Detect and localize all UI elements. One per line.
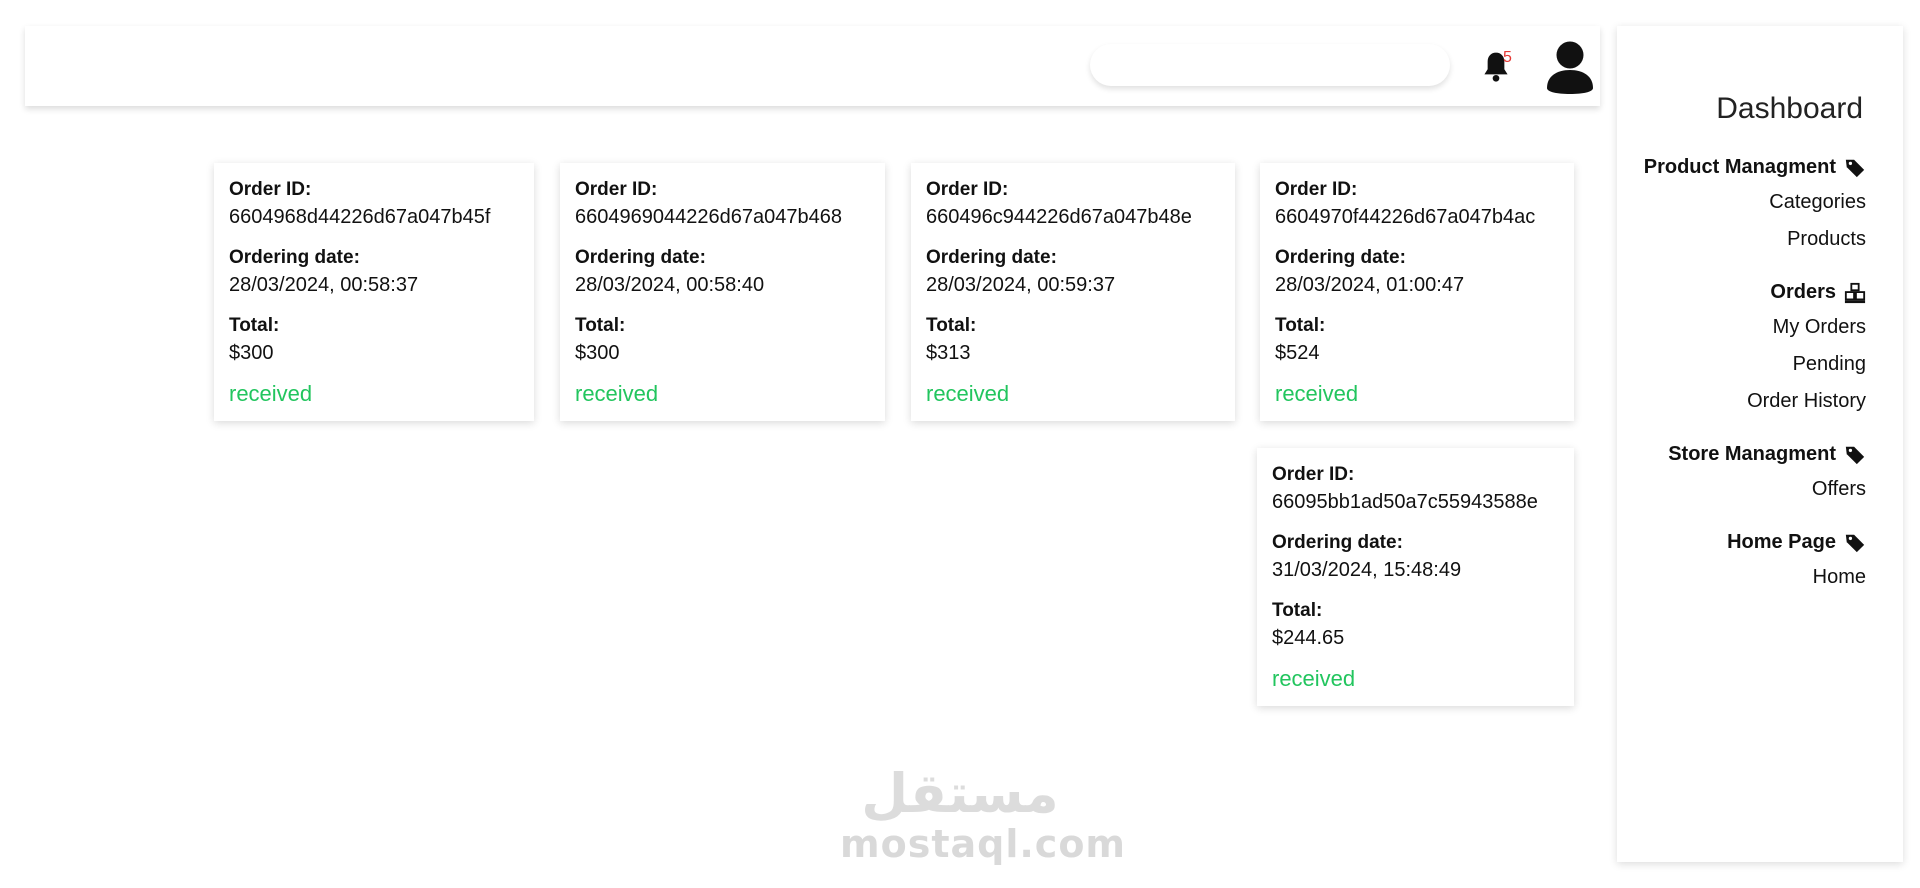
order-id-value: 66095bb1ad50a7c55943588e <box>1272 491 1538 513</box>
order-date-value: 31/03/2024, 15:48:49 <box>1272 559 1462 581</box>
order-id-value: 660496c944226d67a047b48e <box>926 206 1192 228</box>
order-id-label: Order ID: <box>926 179 1009 200</box>
order-date-label: Ordering date: <box>1275 247 1406 268</box>
sidebar-section-product: Product Managment Categories Products <box>1617 156 1866 251</box>
order-status: received <box>1275 381 1359 406</box>
order-card: Order ID: 6604968d44226d67a047b45f Order… <box>214 163 534 421</box>
order-total-value: $300 <box>229 342 274 364</box>
user-icon[interactable] <box>1545 40 1595 94</box>
order-date-label: Ordering date: <box>1272 532 1403 553</box>
order-total-label: Total: <box>229 315 280 336</box>
sidebar-heading-label: Store Managment <box>1668 443 1836 465</box>
notification-count: 5 <box>1503 49 1512 66</box>
order-card: Order ID: 660496c944226d67a047b48e Order… <box>911 163 1235 421</box>
order-date-value: 28/03/2024, 00:59:37 <box>926 274 1116 296</box>
watermark-text: mostaql.com <box>840 822 1127 866</box>
order-total-value: $313 <box>926 342 971 364</box>
order-id-value: 6604969044226d67a047b468 <box>575 206 842 228</box>
order-id-label: Order ID: <box>1275 179 1358 200</box>
tag-icon <box>1845 534 1865 552</box>
order-total-label: Total: <box>1275 315 1326 336</box>
order-status: received <box>575 381 659 406</box>
sidebar-heading-home-page[interactable]: Home Page <box>1617 531 1866 554</box>
top-header: 5 <box>25 26 1600 106</box>
order-card: Order ID: 6604970f44226d67a047b4ac Order… <box>1260 163 1574 421</box>
sidebar-link-pending[interactable]: Pending <box>1617 353 1866 376</box>
order-card: Order ID: 6604969044226d67a047b468 Order… <box>560 163 885 421</box>
tag-icon <box>1845 159 1865 177</box>
sidebar-section-store: Store Managment Offers <box>1617 443 1866 501</box>
boxes-icon <box>1844 282 1866 303</box>
sidebar-heading-label: Product Managment <box>1643 156 1836 178</box>
sidebar-title: Dashboard <box>1716 92 1863 125</box>
order-total-value: $524 <box>1275 342 1320 364</box>
order-status: received <box>1272 666 1356 691</box>
order-date-label: Ordering date: <box>229 247 360 268</box>
order-date-label: Ordering date: <box>926 247 1057 268</box>
sidebar-link-products[interactable]: Products <box>1617 228 1866 251</box>
sidebar-link-my-orders[interactable]: My Orders <box>1617 316 1866 339</box>
order-id-label: Order ID: <box>1272 464 1355 485</box>
order-id-label: Order ID: <box>575 179 658 200</box>
sidebar-section-home: Home Page Home <box>1617 531 1866 589</box>
order-total-label: Total: <box>575 315 626 336</box>
watermark-logo: مستقل <box>861 762 1059 824</box>
order-status: received <box>229 381 313 406</box>
order-total-label: Total: <box>926 315 977 336</box>
order-date-value: 28/03/2024, 01:00:47 <box>1275 274 1465 296</box>
sidebar-heading-store-managment[interactable]: Store Managment <box>1617 443 1866 466</box>
order-id-value: 6604968d44226d67a047b45f <box>229 206 491 228</box>
sidebar-heading-product-managment[interactable]: Product Managment <box>1617 156 1866 179</box>
order-date-label: Ordering date: <box>575 247 706 268</box>
sidebar-link-categories[interactable]: Categories <box>1617 191 1866 214</box>
order-status: received <box>926 381 1010 406</box>
order-id-label: Order ID: <box>229 179 312 200</box>
sidebar-link-offers[interactable]: Offers <box>1617 478 1866 501</box>
tag-icon <box>1845 446 1865 464</box>
order-total-value: $300 <box>575 342 620 364</box>
order-date-value: 28/03/2024, 00:58:37 <box>229 274 419 296</box>
sidebar-heading-label: Orders <box>1770 281 1836 303</box>
order-total-value: $244.65 <box>1272 627 1345 649</box>
order-id-value: 6604970f44226d67a047b4ac <box>1275 206 1536 228</box>
sidebar-heading-orders[interactable]: Orders <box>1617 281 1866 304</box>
sidebar-link-order-history[interactable]: Order History <box>1617 390 1866 413</box>
search-input[interactable] <box>1090 44 1450 86</box>
order-date-value: 28/03/2024, 00:58:40 <box>575 274 765 296</box>
order-card: Order ID: 66095bb1ad50a7c55943588e Order… <box>1257 448 1574 706</box>
watermark-arabic-text: مستقل <box>861 762 1059 824</box>
sidebar-link-home[interactable]: Home <box>1617 566 1866 589</box>
sidebar-section-orders: Orders My Orders Pending Order History <box>1617 281 1866 413</box>
sidebar-heading-label: Home Page <box>1727 531 1836 553</box>
sidebar: Dashboard Product Managment Categories P… <box>1617 26 1903 862</box>
order-total-label: Total: <box>1272 600 1323 621</box>
